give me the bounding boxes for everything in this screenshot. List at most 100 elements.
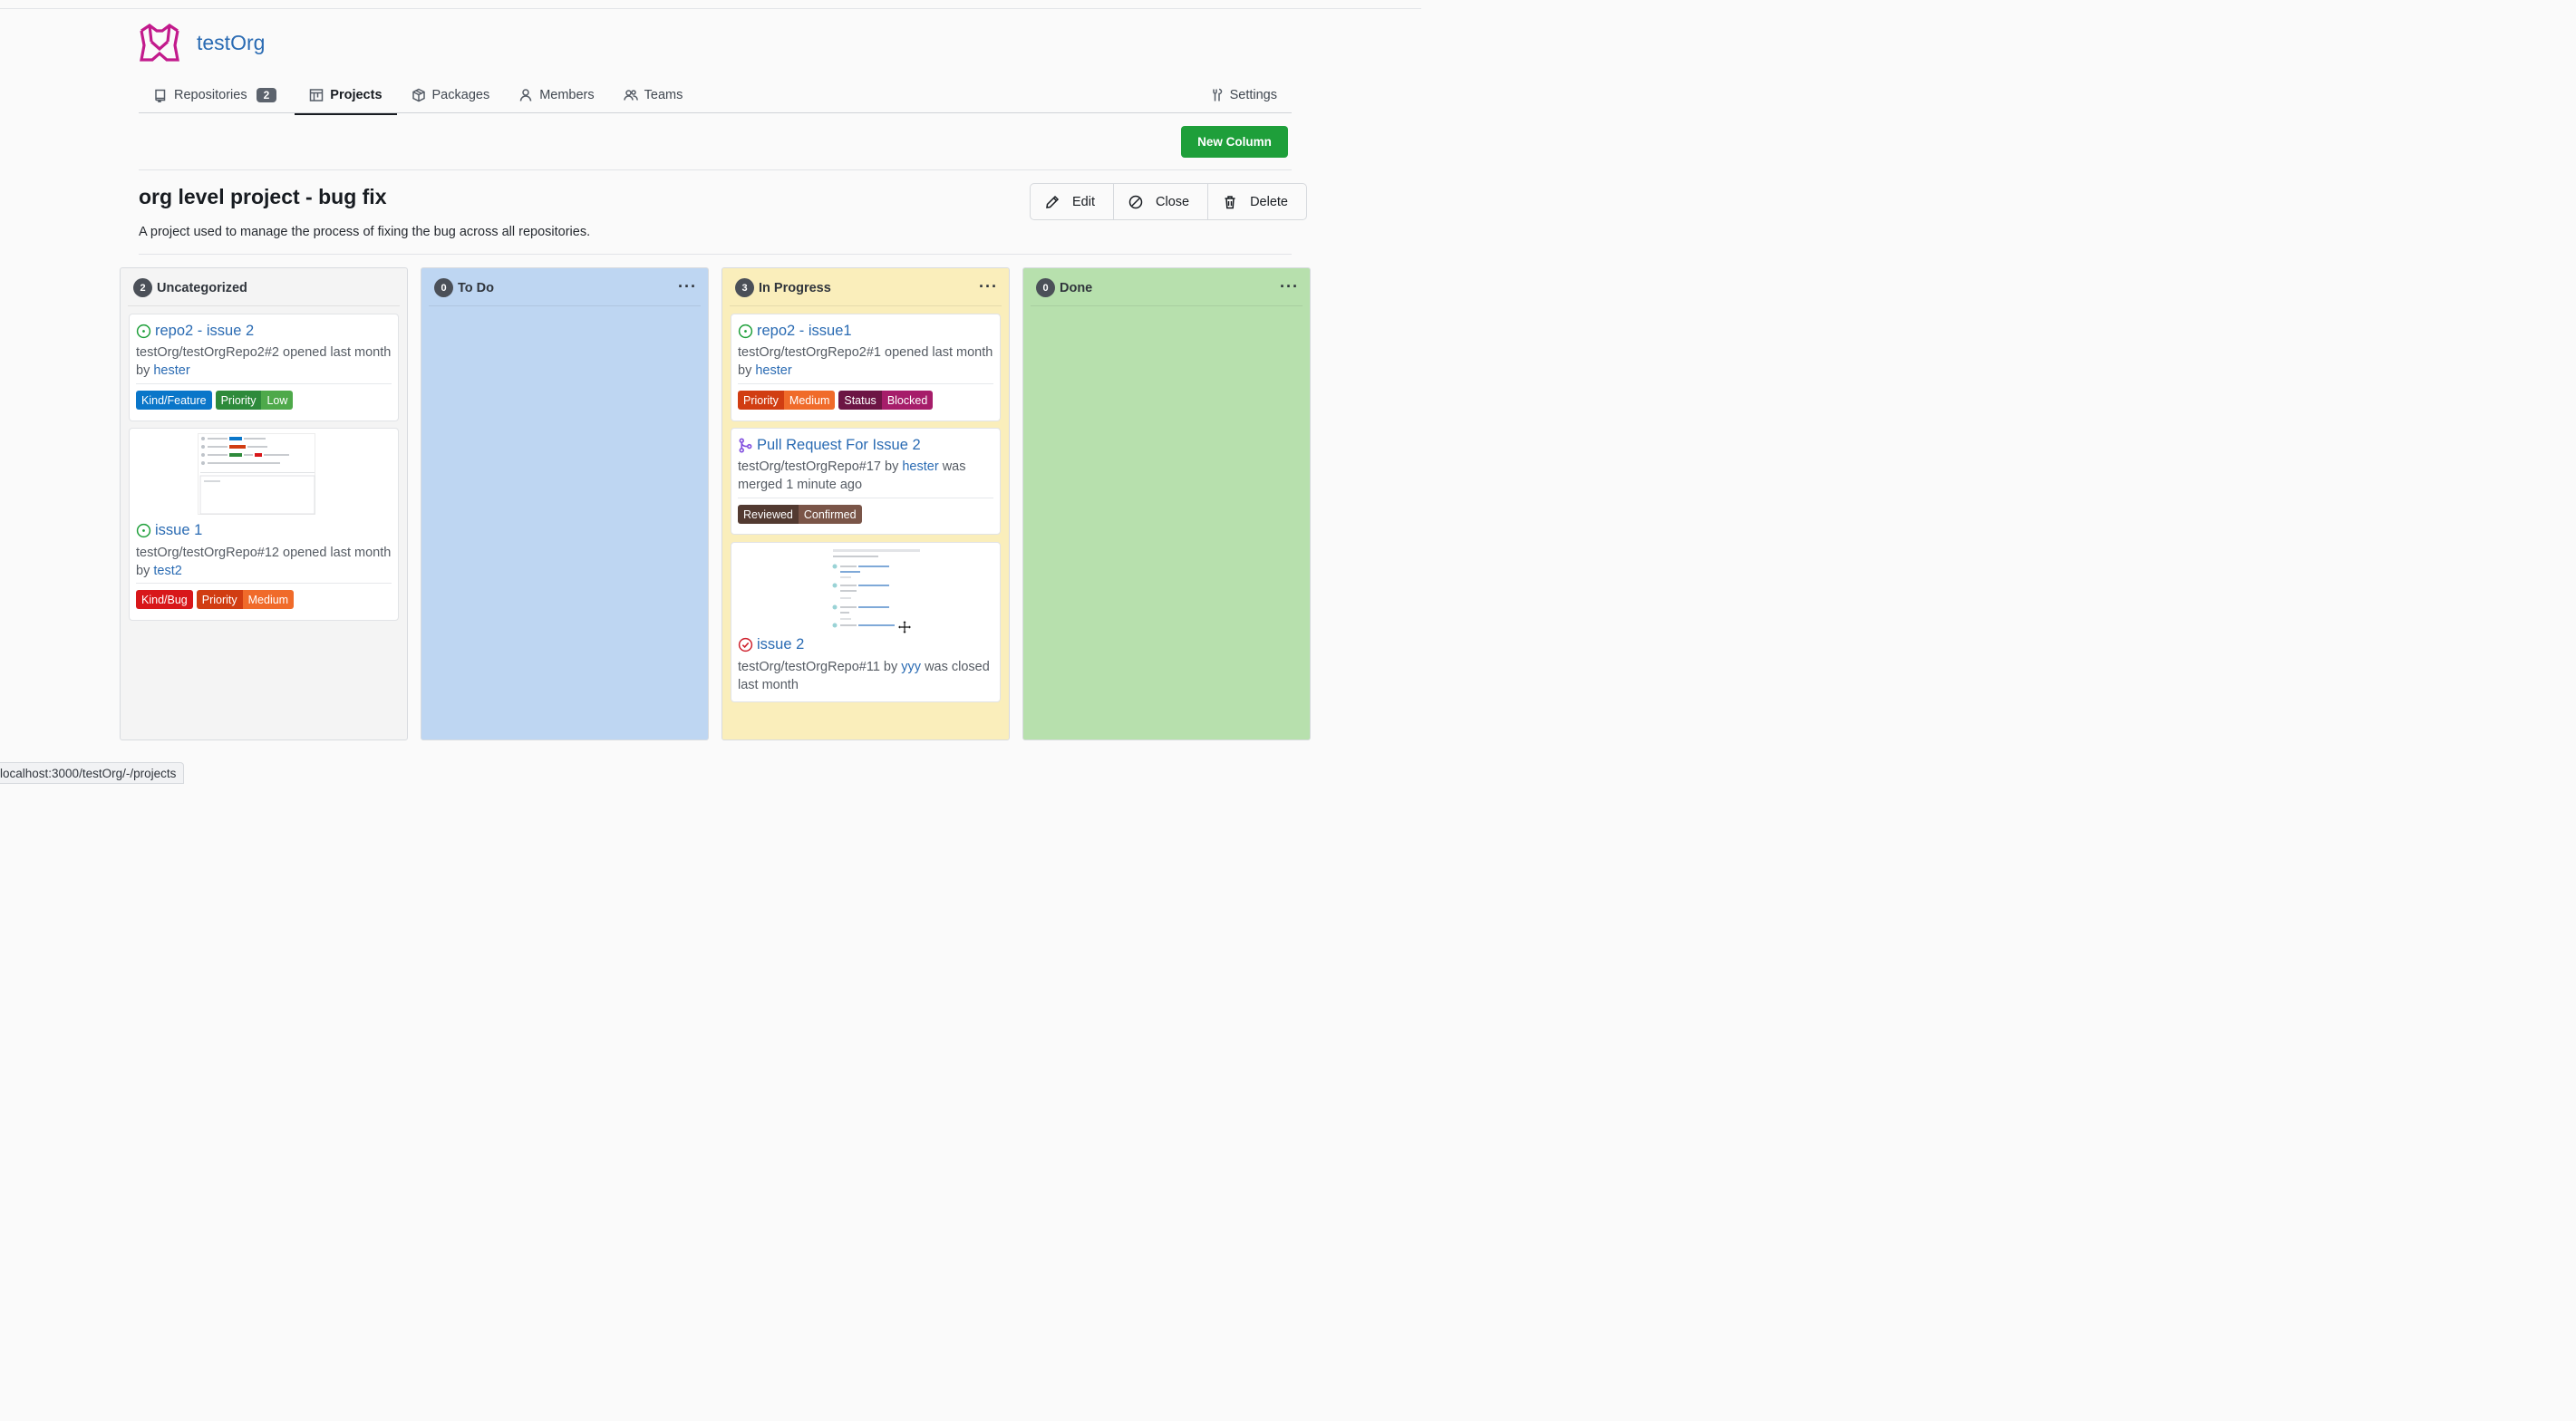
edit-project-button[interactable]: Edit (1031, 184, 1114, 219)
column-divider (730, 305, 1002, 306)
column-header: 3 In Progress (735, 278, 831, 297)
label-priority-low[interactable]: Priority Low (215, 391, 294, 410)
tab-packages[interactable]: Packages (397, 76, 505, 113)
org-tabs: Repositories 2 Projects Packages Members… (139, 76, 1292, 115)
card-title-text: issue 2 (757, 636, 805, 652)
issue-card[interactable]: repo2 - issue 2 testOrg/testOrgRepo2#2 o… (129, 314, 399, 421)
card-attachment-thumbnail[interactable] (198, 433, 315, 515)
people-icon (623, 89, 638, 101)
column-divider (429, 305, 701, 306)
label-reviewed-confirmed[interactable]: Reviewed Confirmed (738, 505, 862, 524)
card-title[interactable]: repo2 - issue1 (738, 323, 852, 340)
column-title: Done (1060, 280, 1093, 295)
pencil-icon (1046, 195, 1060, 208)
card-author-link[interactable]: yyy (901, 660, 921, 674)
column-divider (1031, 305, 1303, 306)
tab-projects[interactable]: Projects (295, 76, 397, 115)
project-column-todo[interactable]: 0 To Do ··· (421, 267, 709, 740)
label-kind-bug[interactable]: Kind/Bug (136, 590, 193, 609)
label-text: Kind/Bug (136, 590, 193, 609)
org-name-link[interactable]: testOrg (197, 31, 265, 55)
card-meta: testOrg/testOrgRepo#17 by hester was mer… (738, 458, 994, 494)
project-title: org level project - bug fix (139, 185, 387, 208)
tab-label: Repositories (174, 87, 247, 102)
tab-teams[interactable]: Teams (609, 76, 698, 113)
column-divider (128, 305, 400, 306)
tools-icon (1212, 88, 1222, 101)
card-divider (136, 583, 392, 584)
project-column-uncategorized[interactable]: 2 Uncategorized repo2 - issue 2 testOrg/… (120, 267, 408, 740)
label-value: Confirmed (798, 505, 862, 524)
card-meta: testOrg/testOrgRepo#11 by yyy was closed… (738, 658, 994, 694)
tab-label: Packages (431, 87, 490, 102)
column-title: Uncategorized (157, 280, 247, 295)
screenshot-thumbnail-icon (199, 437, 315, 515)
org-avatar-icon[interactable] (139, 22, 180, 63)
issue-opened-icon (738, 324, 753, 339)
label-value: Medium (242, 590, 295, 609)
card-meta: testOrg/testOrgRepo2#2 opened last month… (136, 343, 392, 380)
pull-request-card[interactable]: Pull Request For Issue 2 testOrg/testOrg… (731, 428, 1001, 535)
delete-label: Delete (1250, 194, 1288, 209)
card-title[interactable]: issue 2 (738, 636, 804, 653)
card-author-link[interactable]: hester (902, 459, 938, 474)
card-author-link[interactable]: hester (153, 363, 189, 378)
card-meta-text: testOrg/testOrgRepo#17 by (738, 459, 899, 474)
issue-card[interactable]: repo2 - issue1 testOrg/testOrgRepo2#1 op… (731, 314, 1001, 421)
kebab-horizontal-icon[interactable]: ··· (979, 278, 998, 295)
close-project-button[interactable]: Close (1114, 184, 1209, 219)
issue-card[interactable]: issue 1 testOrg/testOrgRepo#12 opened la… (129, 428, 399, 621)
label-status-blocked[interactable]: Status Blocked (838, 391, 934, 410)
repo-icon (155, 89, 166, 102)
kebab-horizontal-icon[interactable]: ··· (678, 278, 697, 295)
label-scope: Reviewed (738, 505, 799, 524)
tab-settings[interactable]: Settings (1195, 76, 1292, 113)
card-labels: Reviewed Confirmed (738, 505, 862, 524)
tab-label: Members (539, 87, 595, 102)
kebab-horizontal-icon[interactable]: ··· (1280, 278, 1299, 295)
column-header: 2 Uncategorized (133, 278, 247, 297)
label-kind-feature[interactable]: Kind/Feature (136, 391, 212, 410)
tab-label: Teams (644, 87, 683, 102)
tab-members[interactable]: Members (504, 76, 608, 113)
column-title: In Progress (759, 280, 831, 295)
close-label: Close (1156, 194, 1190, 209)
column-issue-count: 0 (1036, 278, 1055, 297)
delete-project-button[interactable]: Delete (1208, 184, 1306, 219)
pull-request-merged-icon (739, 438, 752, 453)
label-scope: Priority (738, 391, 784, 410)
repo-count-badge: 2 (256, 87, 277, 102)
card-title-text: issue 1 (155, 522, 203, 538)
skip-icon (1128, 195, 1143, 208)
card-author-link[interactable]: hester (755, 363, 791, 378)
label-priority-medium[interactable]: Priority Medium (196, 590, 295, 609)
card-attachment-thumbnail[interactable] (829, 547, 922, 631)
card-title[interactable]: repo2 - issue 2 (136, 323, 254, 340)
card-meta: testOrg/testOrgRepo#12 opened last month… (136, 544, 392, 580)
new-column-button[interactable]: New Column (1181, 126, 1288, 158)
label-scope: Priority (196, 590, 243, 609)
label-value: Low (261, 391, 294, 410)
move-cursor-icon (897, 620, 912, 634)
person-icon (519, 88, 532, 102)
tab-repositories[interactable]: Repositories 2 (139, 76, 291, 113)
card-title-text: repo2 - issue 2 (155, 323, 255, 339)
project-description: A project used to manage the process of … (139, 225, 591, 239)
card-author-link[interactable]: test2 (153, 564, 181, 578)
issue-card[interactable]: issue 2 testOrg/testOrgRepo#11 by yyy wa… (731, 542, 1001, 702)
trash-icon (1225, 195, 1235, 208)
card-title[interactable]: Pull Request For Issue 2 (738, 437, 921, 454)
label-priority-medium[interactable]: Priority Medium (738, 391, 836, 410)
project-column-in-progress[interactable]: 3 In Progress ··· repo2 - issue1 testOrg… (721, 267, 1010, 740)
tab-label: Settings (1229, 87, 1277, 102)
column-issue-count: 2 (133, 278, 152, 297)
column-title: To Do (458, 280, 494, 295)
issue-opened-icon (136, 324, 151, 339)
card-title[interactable]: issue 1 (136, 522, 202, 539)
card-divider (738, 383, 993, 384)
project-column-done[interactable]: 0 Done ··· (1022, 267, 1311, 740)
card-meta-text: testOrg/testOrgRepo#11 by (738, 660, 898, 674)
divider (139, 169, 1292, 170)
org-header: testOrg (139, 22, 265, 63)
column-header: 0 To Do (434, 278, 494, 297)
